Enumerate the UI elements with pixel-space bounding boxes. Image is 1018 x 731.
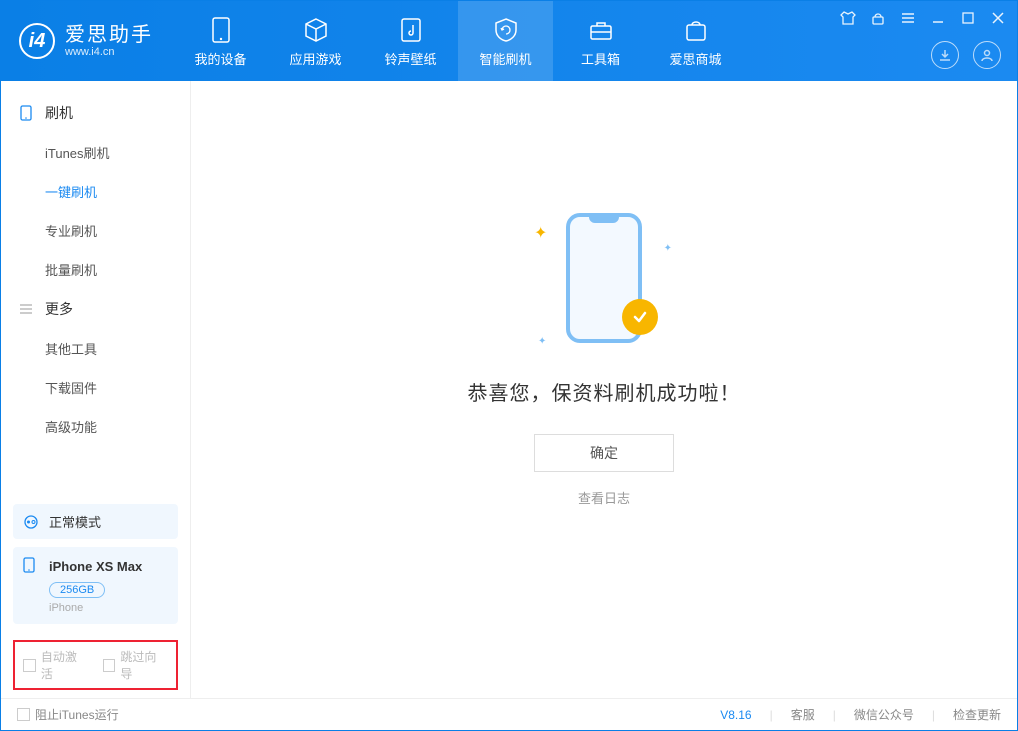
- success-illustration: ✦ ✦ ✦: [544, 213, 664, 353]
- list-icon: [17, 303, 35, 315]
- checkbox-auto-activate[interactable]: 自动激活: [23, 648, 89, 682]
- nav-tab-toolbox[interactable]: 工具箱: [553, 1, 648, 81]
- app-name: 爱思助手: [65, 24, 153, 46]
- close-icon[interactable]: [987, 7, 1009, 29]
- device-icon: [212, 15, 230, 45]
- status-link-wechat[interactable]: 微信公众号: [854, 706, 914, 723]
- checkbox-block-itunes[interactable]: 阻止iTunes运行: [17, 706, 119, 723]
- version-label: V8.16: [720, 708, 751, 722]
- checkbox-icon: [23, 659, 36, 672]
- sidebar-item-oneclick-flash[interactable]: 一键刷机: [1, 172, 190, 211]
- nav-tab-flash[interactable]: 智能刷机: [458, 1, 553, 81]
- checkbox-skip-guide[interactable]: 跳过向导: [103, 648, 169, 682]
- device-capacity: 256GB: [49, 582, 105, 598]
- sidebar: 刷机 iTunes刷机 一键刷机 专业刷机 批量刷机 更多 其他工具 下载固件 …: [1, 81, 191, 698]
- sparkle-icon: ✦: [664, 243, 672, 254]
- nav-tab-store[interactable]: 爱思商城: [648, 1, 743, 81]
- checkbox-icon: [17, 708, 30, 721]
- window-controls: [837, 7, 1009, 29]
- nav-tabs: 我的设备 应用游戏 铃声壁纸 智能刷机: [173, 1, 743, 81]
- mode-label: 正常模式: [49, 512, 101, 531]
- sidebar-item-advanced[interactable]: 高级功能: [1, 407, 190, 446]
- bag-icon: [684, 15, 708, 45]
- user-icon[interactable]: [973, 41, 1001, 69]
- mode-box[interactable]: 正常模式: [13, 504, 178, 539]
- nav-tab-device[interactable]: 我的设备: [173, 1, 268, 81]
- status-link-support[interactable]: 客服: [791, 706, 815, 723]
- mode-icon: [23, 514, 41, 530]
- nav-tab-apps[interactable]: 应用游戏: [268, 1, 363, 81]
- logo-area: i4 爱思助手 www.i4.cn: [1, 1, 173, 81]
- sparkle-icon: ✦: [538, 336, 546, 347]
- menu-icon[interactable]: [897, 7, 919, 29]
- body-area: 刷机 iTunes刷机 一键刷机 专业刷机 批量刷机 更多 其他工具 下载固件 …: [1, 81, 1017, 698]
- header-right-icons: [931, 41, 1001, 69]
- sidebar-item-pro-flash[interactable]: 专业刷机: [1, 211, 190, 250]
- nav-tab-ringtone[interactable]: 铃声壁纸: [363, 1, 458, 81]
- success-message: 恭喜您，保资料刷机成功啦！: [468, 377, 741, 406]
- phone-icon: [17, 105, 35, 121]
- app-url: www.i4.cn: [65, 46, 153, 58]
- view-log-link[interactable]: 查看日志: [578, 488, 630, 507]
- main-content: ✦ ✦ ✦ 恭喜您，保资料刷机成功啦！ 确定 查看日志: [191, 81, 1017, 698]
- sparkle-icon: ✦: [534, 223, 547, 243]
- shirt-icon[interactable]: [837, 7, 859, 29]
- music-doc-icon: [400, 15, 422, 45]
- app-window: i4 爱思助手 www.i4.cn 我的设备 应用游戏: [0, 0, 1018, 731]
- minimize-icon[interactable]: [927, 7, 949, 29]
- confirm-button[interactable]: 确定: [534, 434, 674, 472]
- sidebar-item-other-tools[interactable]: 其他工具: [1, 329, 190, 368]
- sidebar-item-download-firmware[interactable]: 下载固件: [1, 368, 190, 407]
- lock-icon[interactable]: [867, 7, 889, 29]
- toolbox-icon: [588, 15, 614, 45]
- sidebar-item-batch-flash[interactable]: 批量刷机: [1, 250, 190, 289]
- checkbox-icon: [103, 659, 116, 672]
- sidebar-section-more: 更多: [1, 289, 190, 329]
- device-type: iPhone: [49, 602, 168, 614]
- download-icon[interactable]: [931, 41, 959, 69]
- maximize-icon[interactable]: [957, 7, 979, 29]
- device-box[interactable]: iPhone XS Max 256GB iPhone: [13, 547, 178, 624]
- highlighted-checkbox-row: 自动激活 跳过向导: [13, 640, 178, 690]
- sidebar-section-flash: 刷机: [1, 93, 190, 133]
- logo-icon: i4: [19, 23, 55, 59]
- check-circle-icon: [622, 299, 658, 335]
- title-bar: i4 爱思助手 www.i4.cn 我的设备 应用游戏: [1, 1, 1017, 81]
- sidebar-item-itunes-flash[interactable]: iTunes刷机: [1, 133, 190, 172]
- phone-icon: [23, 557, 41, 576]
- shield-refresh-icon: [493, 15, 519, 45]
- status-bar: 阻止iTunes运行 V8.16 | 客服 | 微信公众号 | 检查更新: [1, 698, 1017, 730]
- device-name: iPhone XS Max: [49, 559, 142, 574]
- cube-icon: [303, 15, 329, 45]
- status-link-update[interactable]: 检查更新: [953, 706, 1001, 723]
